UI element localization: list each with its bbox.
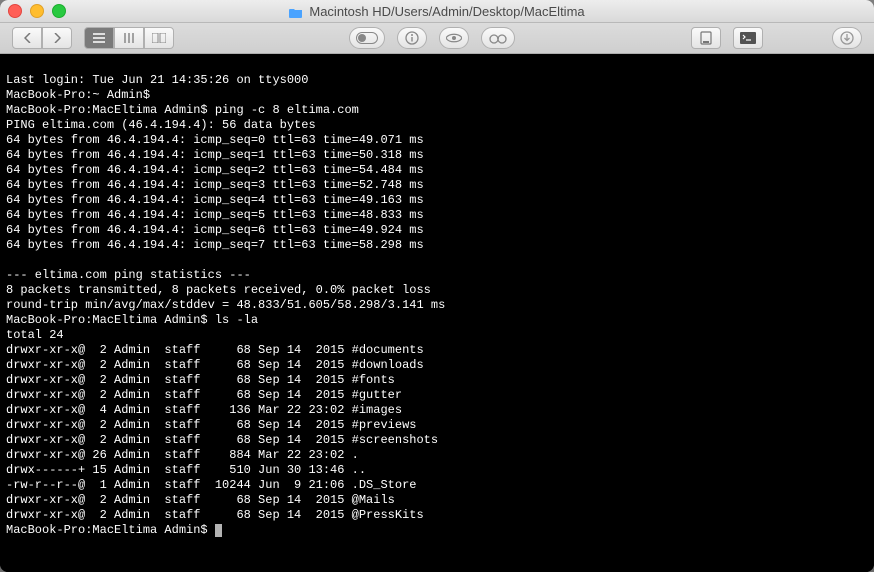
terminal-line: --- eltima.com ping statistics --- — [6, 268, 251, 282]
terminal-prompt: MacBook-Pro:MacEltima Admin$ — [6, 523, 222, 537]
chevron-left-icon — [24, 33, 31, 43]
close-button[interactable] — [8, 4, 22, 18]
terminal-button[interactable] — [733, 27, 763, 49]
terminal-line: MacBook-Pro:MacEltima Admin$ ls -la — [6, 313, 258, 327]
binoculars-icon — [489, 32, 507, 44]
minimize-button[interactable] — [30, 4, 44, 18]
info-icon — [405, 31, 419, 45]
terminal-line: -rw-r--r--@ 1 Admin staff 10244 Jun 9 21… — [6, 478, 416, 492]
terminal-line: drwxr-xr-x@ 2 Admin staff 68 Sep 14 2015… — [6, 358, 424, 372]
terminal-line: 64 bytes from 46.4.194.4: icmp_seq=0 ttl… — [6, 133, 424, 147]
download-button[interactable] — [832, 27, 862, 49]
app-window: Macintosh HD/Users/Admin/Desktop/MacElti… — [0, 0, 874, 572]
terminal-line: drwxr-xr-x@ 2 Admin staff 68 Sep 14 2015… — [6, 388, 402, 402]
columns-icon — [123, 33, 135, 43]
terminal-line: 8 packets transmitted, 8 packets receive… — [6, 283, 431, 297]
zoom-button[interactable] — [52, 4, 66, 18]
chevron-right-icon — [54, 33, 61, 43]
cursor-icon — [215, 524, 222, 537]
view-mode-group — [84, 27, 174, 49]
terminal-line: 64 bytes from 46.4.194.4: icmp_seq=7 ttl… — [6, 238, 424, 252]
titlebar: Macintosh HD/Users/Admin/Desktop/MacElti… — [0, 0, 874, 23]
terminal-icon — [740, 32, 756, 44]
terminal-line: drwxr-xr-x@ 2 Admin staff 68 Sep 14 2015… — [6, 508, 424, 522]
toggle-icon — [356, 32, 378, 44]
list-icon — [93, 33, 105, 43]
terminal-line: drwx------+ 15 Admin staff 510 Jun 30 13… — [6, 463, 366, 477]
nav-group — [12, 27, 72, 49]
terminal-line: drwxr-xr-x@ 2 Admin staff 68 Sep 14 2015… — [6, 343, 424, 357]
terminal-line: drwxr-xr-x@ 2 Admin staff 68 Sep 14 2015… — [6, 373, 395, 387]
traffic-lights — [8, 4, 66, 18]
terminal-line: drwxr-xr-x@ 4 Admin staff 136 Mar 22 23:… — [6, 403, 402, 417]
download-icon — [840, 31, 854, 45]
drive-button[interactable] — [691, 27, 721, 49]
terminal-line: MacBook-Pro:MacEltima Admin$ ping -c 8 e… — [6, 103, 359, 117]
terminal-line: drwxr-xr-x@ 2 Admin staff 68 Sep 14 2015… — [6, 418, 416, 432]
terminal-line: 64 bytes from 46.4.194.4: icmp_seq=4 ttl… — [6, 193, 424, 207]
view-dual-button[interactable] — [144, 27, 174, 49]
terminal-line: 64 bytes from 46.4.194.4: icmp_seq=1 ttl… — [6, 148, 424, 162]
folder-icon — [289, 6, 303, 17]
forward-button[interactable] — [42, 27, 72, 49]
eye-icon — [446, 33, 462, 43]
terminal-line: 64 bytes from 46.4.194.4: icmp_seq=6 ttl… — [6, 223, 424, 237]
back-button[interactable] — [12, 27, 42, 49]
terminal-line: 64 bytes from 46.4.194.4: icmp_seq=5 ttl… — [6, 208, 424, 222]
terminal-line: drwxr-xr-x@ 26 Admin staff 884 Mar 22 23… — [6, 448, 359, 462]
window-title: Macintosh HD/Users/Admin/Desktop/MacElti… — [0, 4, 874, 19]
terminal-line: 64 bytes from 46.4.194.4: icmp_seq=3 ttl… — [6, 178, 424, 192]
terminal-line: drwxr-xr-x@ 2 Admin staff 68 Sep 14 2015… — [6, 493, 395, 507]
terminal-line: total 24 — [6, 328, 64, 342]
terminal-line: MacBook-Pro:~ Admin$ — [6, 88, 150, 102]
info-button[interactable] — [397, 27, 427, 49]
terminal-line: 64 bytes from 46.4.194.4: icmp_seq=2 ttl… — [6, 163, 424, 177]
drive-icon — [700, 31, 712, 45]
terminal-line: PING eltima.com (46.4.194.4): 56 data by… — [6, 118, 316, 132]
window-title-text: Macintosh HD/Users/Admin/Desktop/MacElti… — [309, 4, 584, 19]
terminal-line: drwxr-xr-x@ 2 Admin staff 68 Sep 14 2015… — [6, 433, 438, 447]
terminal-line — [6, 253, 13, 267]
view-list-button[interactable] — [84, 27, 114, 49]
preview-button[interactable] — [439, 27, 469, 49]
view-columns-button[interactable] — [114, 27, 144, 49]
toolbar — [0, 23, 874, 54]
terminal-line: Last login: Tue Jun 21 14:35:26 on ttys0… — [6, 73, 308, 87]
search-button[interactable] — [481, 27, 515, 49]
terminal-line: round-trip min/avg/max/stddev = 48.833/5… — [6, 298, 445, 312]
terminal-output[interactable]: Last login: Tue Jun 21 14:35:26 on ttys0… — [0, 54, 874, 572]
toggle-button[interactable] — [349, 27, 385, 49]
dual-pane-icon — [152, 33, 166, 43]
